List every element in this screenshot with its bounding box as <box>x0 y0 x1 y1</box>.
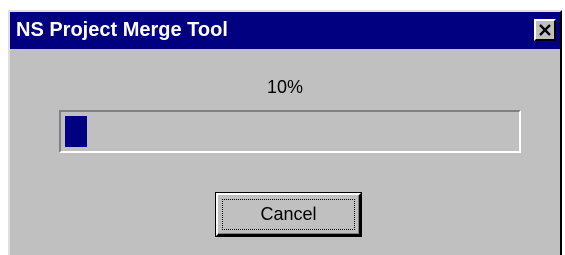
progress-track <box>63 114 517 149</box>
title-bar[interactable]: NS Project Merge Tool <box>10 12 560 49</box>
progress-block <box>65 116 87 147</box>
progress-percent-label: 10% <box>266 77 304 97</box>
cancel-button-label: Cancel <box>260 204 317 224</box>
progress-bar <box>59 110 521 153</box>
close-icon <box>539 24 551 36</box>
merge-tool-dialog: NS Project Merge Tool 10% Cancel <box>8 10 562 255</box>
close-button[interactable] <box>534 19 556 41</box>
window-title: NS Project Merge Tool <box>16 19 228 41</box>
cancel-button[interactable]: Cancel <box>215 192 362 237</box>
